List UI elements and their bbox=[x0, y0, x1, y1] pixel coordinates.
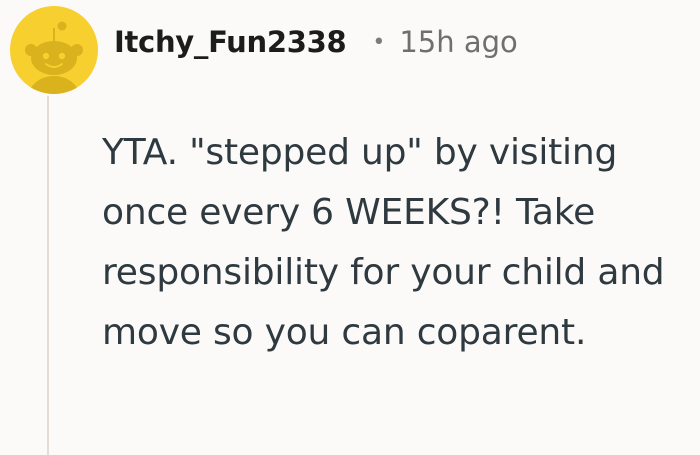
comment-timestamp[interactable]: 15h ago bbox=[399, 25, 517, 59]
comment: Itchy_Fun2338 • 15h ago YTA. "stepped up… bbox=[0, 0, 700, 455]
comment-meta: Itchy_Fun2338 • 15h ago bbox=[114, 20, 518, 64]
comment-body: YTA. "stepped up" by visiting once every… bbox=[102, 132, 665, 353]
user-avatar[interactable] bbox=[10, 0, 98, 100]
snoo-avatar-icon bbox=[10, 6, 98, 94]
thread-line[interactable] bbox=[47, 96, 49, 455]
meta-separator: • bbox=[372, 29, 386, 55]
username-link[interactable]: Itchy_Fun2338 bbox=[114, 25, 347, 59]
